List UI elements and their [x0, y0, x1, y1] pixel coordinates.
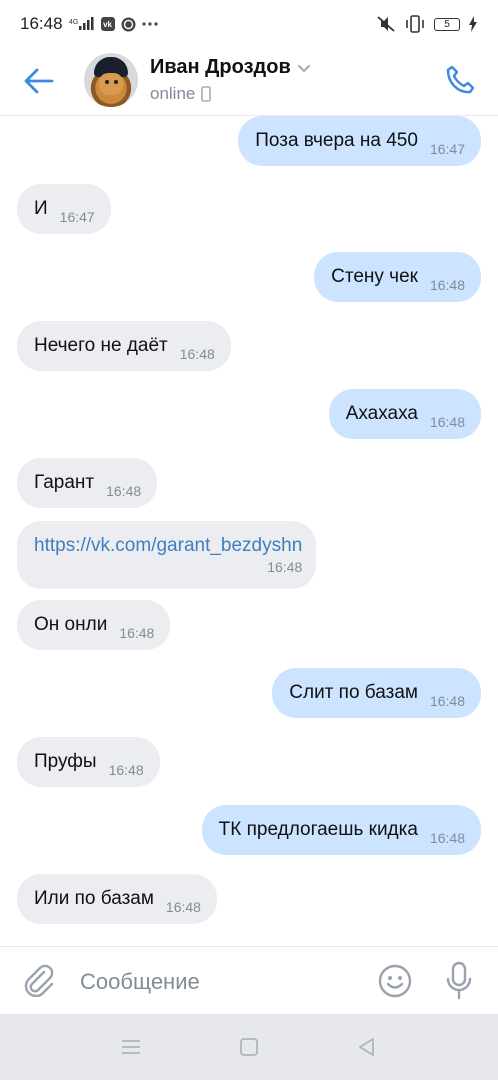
- message-time: 16:48: [267, 559, 303, 575]
- message-text: Или по базам: [34, 888, 154, 909]
- incoming-message[interactable]: Гарант 16:48: [17, 458, 158, 508]
- message-text: И: [34, 198, 48, 219]
- call-button[interactable]: [442, 62, 478, 98]
- status-bar-right: 5: [376, 15, 478, 33]
- vibrate-icon: [404, 15, 426, 33]
- message-time: 16:47: [429, 141, 465, 157]
- message-time: 16:48: [429, 830, 465, 846]
- phone-icon: [446, 65, 475, 94]
- message-time: 16:48: [119, 625, 155, 641]
- contact-name[interactable]: Иван Дроздов: [150, 56, 311, 79]
- outgoing-message[interactable]: Стену чек 16:48: [314, 252, 481, 302]
- message-composer: [0, 946, 498, 1014]
- emoji-button[interactable]: [377, 963, 413, 999]
- nav-home-button[interactable]: [235, 1033, 263, 1061]
- incoming-message[interactable]: Пруфы 16:48: [17, 737, 160, 787]
- triangle-back-icon: [359, 1038, 374, 1056]
- message-time: 16:48: [106, 483, 142, 499]
- attach-button[interactable]: [22, 963, 56, 998]
- chat-header: Иван Дроздов online: [0, 48, 498, 116]
- more-icon: [141, 21, 158, 27]
- message-text: Нечего не даёт: [34, 335, 168, 356]
- message-time: 16:48: [165, 899, 201, 915]
- chevron-down-icon: [297, 64, 310, 72]
- message-list[interactable]: Поза вчера на 450 16:47 И 16:47 Стену чек 16:…: [0, 116, 498, 946]
- message-link[interactable]: https://vk.com/garant_bezdyshn: [34, 535, 302, 557]
- message-text: Гарант: [34, 472, 95, 493]
- nav-back-button[interactable]: [353, 1033, 381, 1061]
- paperclip-icon: [24, 964, 54, 998]
- message-text: Он онли: [34, 614, 108, 635]
- incoming-message[interactable]: Или по базам 16:48: [17, 874, 217, 924]
- incoming-message[interactable]: И 16:47: [17, 184, 111, 234]
- status-bar: 16:48 4G vk 5: [0, 0, 498, 48]
- mute-icon: [376, 15, 396, 33]
- charging-icon: [468, 16, 478, 32]
- message-text: Слит по базам: [289, 682, 418, 703]
- incoming-message[interactable]: Нечего не даёт 16:48: [17, 321, 231, 371]
- message-time: 16:48: [179, 346, 215, 362]
- status-time: 16:48: [20, 14, 63, 33]
- microphone-icon: [446, 961, 472, 1000]
- message-text: Стену чек: [331, 266, 418, 287]
- contact-status: online: [150, 84, 212, 104]
- message-text: ТК предлогаешь кидка: [218, 819, 418, 840]
- message-time: 16:48: [429, 414, 465, 430]
- message-text: Ахахаха: [345, 403, 418, 424]
- voice-message-button[interactable]: [443, 961, 475, 1001]
- status-bar-left: 16:48 4G vk: [20, 14, 158, 34]
- outgoing-message[interactable]: Ахахаха 16:48: [328, 389, 481, 439]
- online-status-text: online: [150, 84, 196, 103]
- back-button[interactable]: [22, 64, 56, 98]
- message-time: 16:48: [429, 277, 465, 293]
- arrow-left-icon: [24, 68, 54, 94]
- outgoing-message[interactable]: ТК предлогаешь кидка 16:48: [201, 805, 481, 855]
- incoming-message[interactable]: https://vk.com/garant_bezdyshn 16:48: [17, 521, 317, 589]
- incoming-message[interactable]: Он онли 16:48: [17, 600, 171, 650]
- outgoing-message[interactable]: Слит по базам 16:48: [272, 668, 481, 718]
- menu-icon: [122, 1040, 140, 1054]
- mobile-device-icon: [201, 86, 212, 102]
- battery-icon: 5: [434, 17, 460, 31]
- smile-icon: [378, 964, 412, 998]
- message-time: 16:47: [59, 209, 95, 225]
- message-text: Поза вчера на 450: [255, 130, 418, 151]
- signal-icon: 4G: [69, 17, 95, 31]
- battery-level: 5: [444, 18, 450, 30]
- system-nav-bar: [0, 1014, 498, 1080]
- whatsapp-icon: [121, 17, 136, 32]
- avatar[interactable]: [84, 53, 138, 107]
- network-type-label: 4G: [69, 19, 78, 26]
- square-icon: [240, 1038, 258, 1056]
- nav-menu-button[interactable]: [117, 1033, 145, 1061]
- outgoing-message[interactable]: Поза вчера на 450 16:47: [238, 116, 481, 166]
- contact-name-text: Иван Дроздов: [150, 56, 291, 78]
- message-text: Пруфы: [34, 751, 97, 772]
- message-time: 16:48: [108, 762, 144, 778]
- message-time: 16:48: [429, 693, 465, 709]
- message-input[interactable]: [78, 961, 362, 1003]
- vk-icon: vk: [100, 17, 115, 31]
